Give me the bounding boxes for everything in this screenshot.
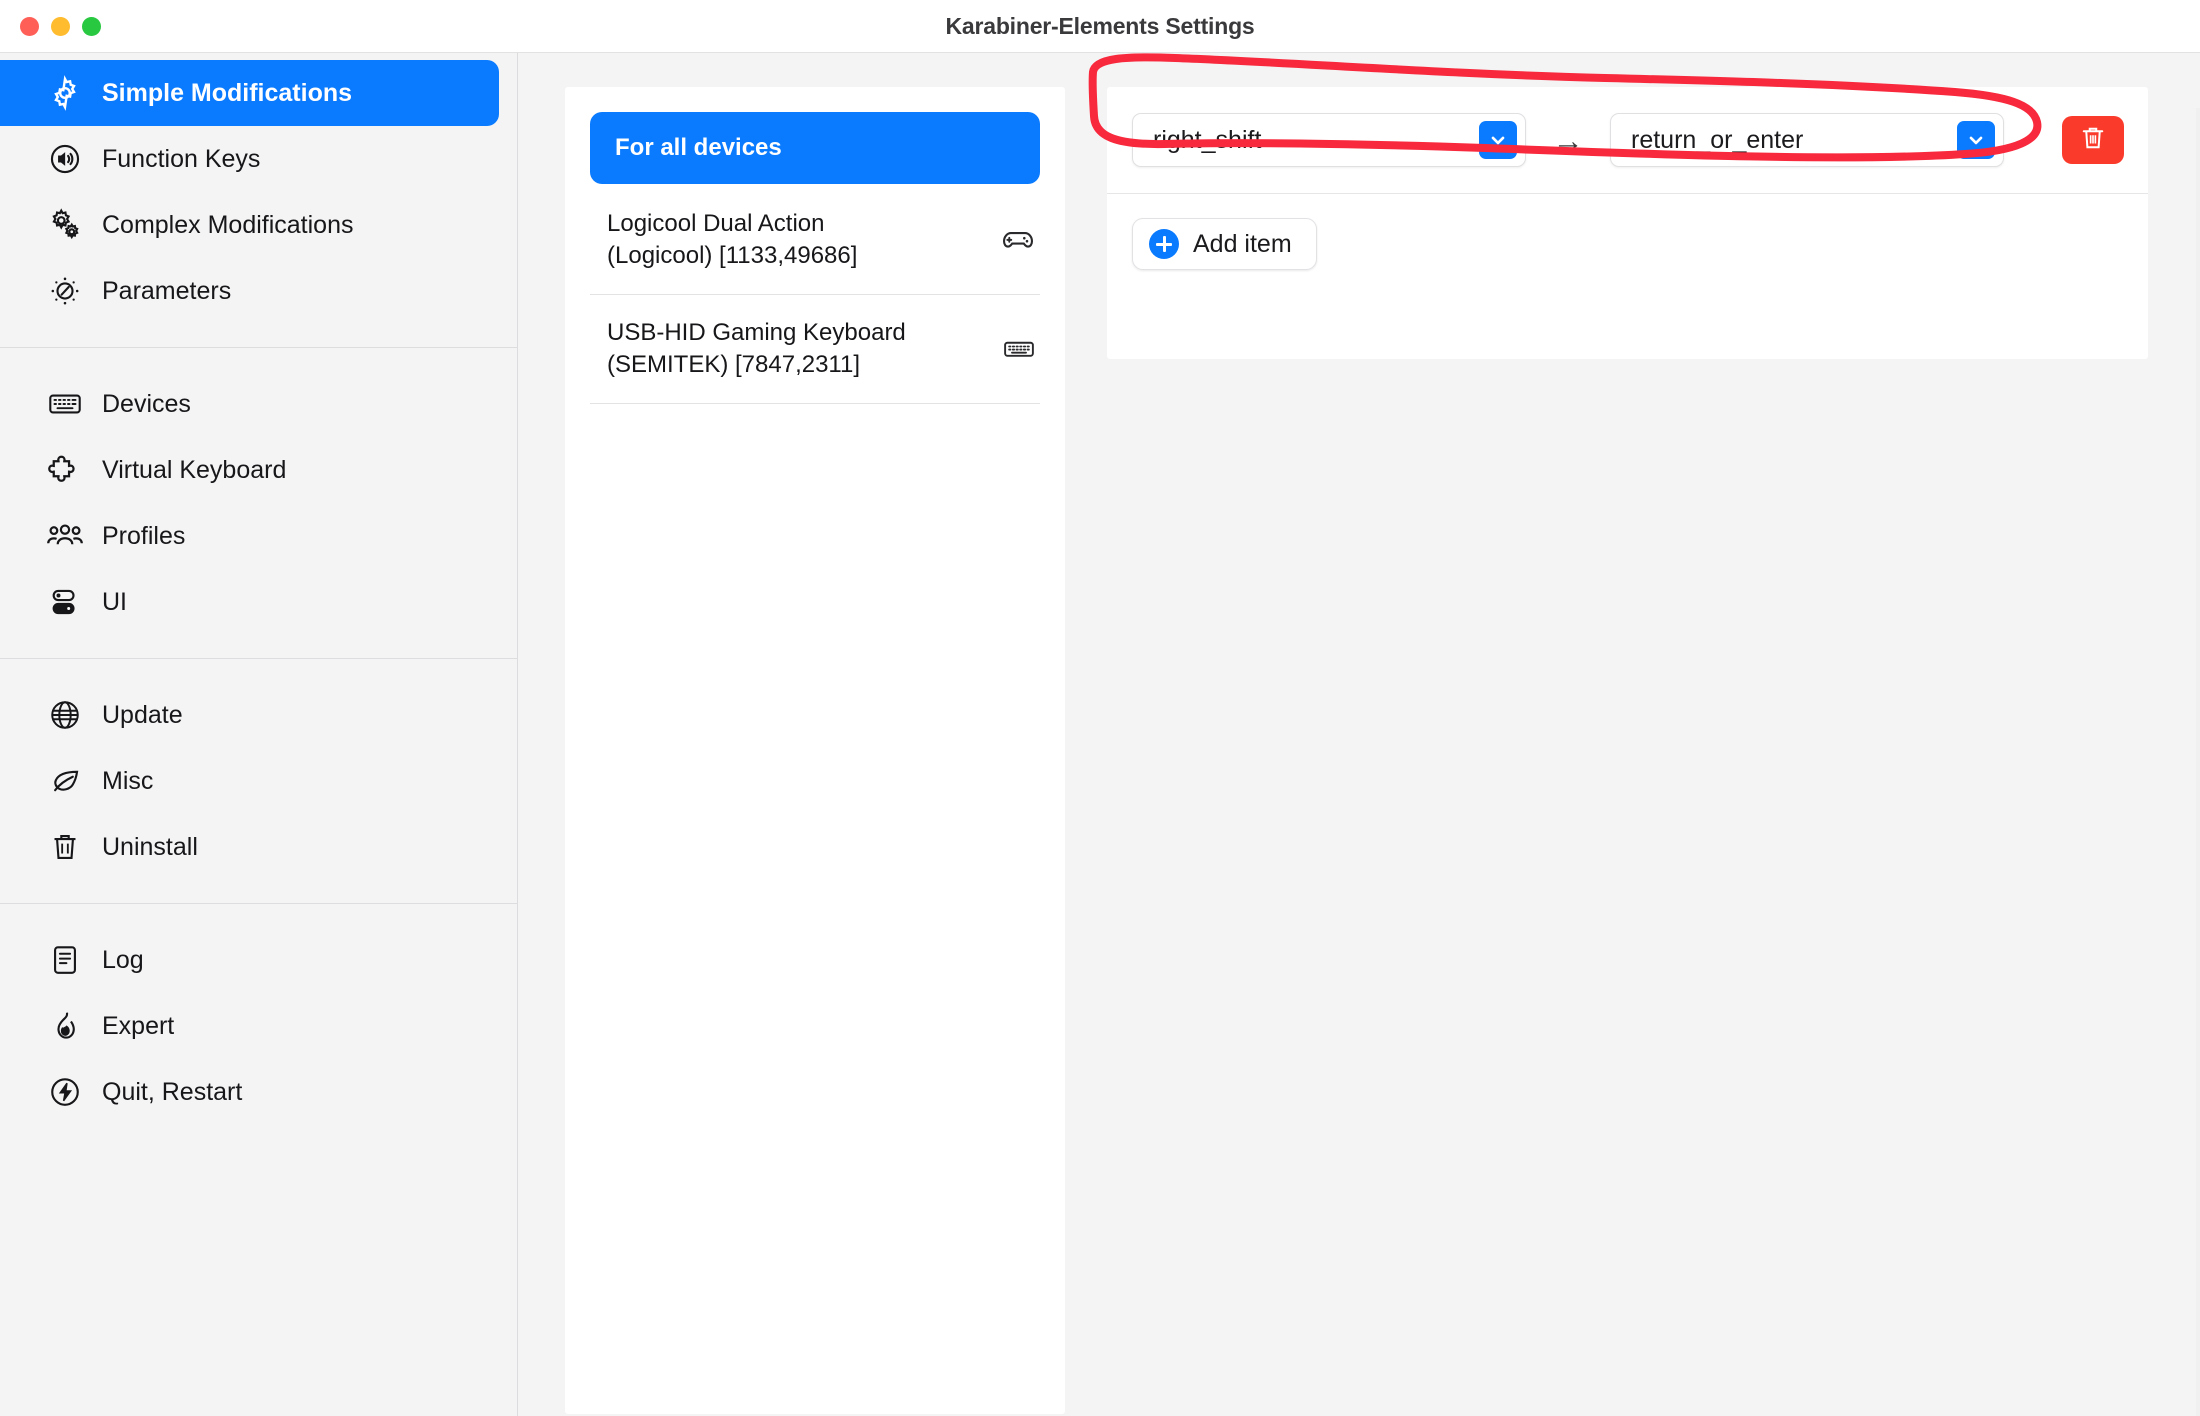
sidebar-item-devices[interactable]: Devices	[0, 371, 499, 437]
sidebar[interactable]: Simple Modifications Function Keys	[0, 53, 518, 1416]
app-window: Karabiner-Elements Settings Simple Modif…	[0, 0, 2200, 1416]
sidebar-group-1: Simple Modifications Function Keys	[0, 53, 517, 324]
device-item-logicool-dual-action[interactable]: Logicool Dual Action (Logicool) [1133,49…	[590, 186, 1040, 295]
maximize-window-button[interactable]	[82, 17, 101, 36]
trash-icon	[2078, 123, 2108, 158]
sidebar-item-label: Simple Modifications	[102, 81, 352, 106]
sidebar-group-4: Log Expert Quit, Resta	[0, 927, 517, 1125]
main-content: For all devices Logicool Dual Action (Lo…	[519, 54, 2200, 1416]
sidebar-item-quit-restart[interactable]: Quit, Restart	[0, 1059, 499, 1125]
sidebar-item-label: Virtual Keyboard	[102, 458, 286, 483]
plus-circle-icon	[1149, 229, 1179, 259]
device-list-panel: For all devices Logicool Dual Action (Lo…	[565, 87, 1065, 1414]
device-item-label: USB-HID Gaming Keyboard (SEMITEK) [7847,…	[607, 317, 906, 381]
sidebar-divider	[0, 658, 517, 659]
sidebar-item-label: Function Keys	[102, 147, 260, 172]
simple-modifications-panel: right_shift → return_or_enter	[1107, 87, 2148, 359]
sidebar-scrollbar[interactable]	[507, 61, 513, 361]
gamepad-icon	[1000, 222, 1036, 258]
delete-mapping-button[interactable]	[2062, 116, 2124, 164]
sidebar-item-update[interactable]: Update	[0, 682, 499, 748]
sidebar-group-2: Devices Virtual Keyboard	[0, 371, 517, 635]
sidebar-item-log[interactable]: Log	[0, 927, 499, 993]
sidebar-item-label: Expert	[102, 1014, 174, 1039]
chevron-down-icon[interactable]	[1479, 121, 1517, 159]
sidebar-divider	[0, 347, 517, 348]
device-item-usb-hid-gaming-keyboard[interactable]: USB-HID Gaming Keyboard (SEMITEK) [7847,…	[590, 295, 1040, 404]
sidebar-item-label: Devices	[102, 392, 191, 417]
to-key-dropdown[interactable]: return_or_enter	[1610, 113, 2004, 167]
content-scrollbar[interactable]	[2196, 108, 2200, 1416]
puzzle-icon	[44, 449, 86, 491]
window-title: Karabiner-Elements Settings	[945, 13, 1254, 40]
traffic-lights	[20, 0, 101, 53]
add-item-row: Add item	[1107, 194, 2148, 298]
to-key-value: return_or_enter	[1631, 126, 1957, 155]
sidebar-item-label: Quit, Restart	[102, 1080, 242, 1105]
sidebar-item-label: Log	[102, 948, 144, 973]
sidebar-item-simple-modifications[interactable]: Simple Modifications	[0, 60, 499, 126]
power-icon	[44, 1071, 86, 1113]
sidebar-item-function-keys[interactable]: Function Keys	[0, 126, 499, 192]
from-key-value: right_shift	[1153, 126, 1479, 155]
from-key-dropdown[interactable]: right_shift	[1132, 113, 1526, 167]
keyboard-icon	[1002, 332, 1036, 366]
people-icon	[44, 515, 86, 557]
sidebar-group-3: Update Misc	[0, 682, 517, 880]
sidebar-item-profiles[interactable]: Profiles	[0, 503, 499, 569]
sidebar-item-label: UI	[102, 590, 127, 615]
sidebar-item-label: Profiles	[102, 524, 185, 549]
sidebar-item-label: Complex Modifications	[102, 213, 354, 238]
minimize-window-button[interactable]	[51, 17, 70, 36]
trash-icon	[44, 826, 86, 868]
title-bar: Karabiner-Elements Settings	[0, 0, 2200, 53]
chevron-down-icon[interactable]	[1957, 121, 1995, 159]
document-icon	[44, 939, 86, 981]
sidebar-item-parameters[interactable]: Parameters	[0, 258, 499, 324]
gear-icon	[44, 72, 86, 114]
sidebar-item-complex-modifications[interactable]: Complex Modifications	[0, 192, 499, 258]
device-item-label: For all devices	[615, 134, 782, 161]
mapping-row: right_shift → return_or_enter	[1107, 87, 2148, 194]
sidebar-item-virtual-keyboard[interactable]: Virtual Keyboard	[0, 437, 499, 503]
sliders-icon	[44, 270, 86, 312]
sidebar-item-label: Uninstall	[102, 835, 198, 860]
sidebar-divider	[0, 903, 517, 904]
add-item-button[interactable]: Add item	[1132, 218, 1317, 270]
device-item-label: Logicool Dual Action (Logicool) [1133,49…	[607, 208, 857, 272]
add-item-label: Add item	[1193, 230, 1292, 259]
globe-icon	[44, 694, 86, 736]
keyboard-icon	[44, 383, 86, 425]
sidebar-item-label: Parameters	[102, 279, 231, 304]
sidebar-item-label: Misc	[102, 769, 153, 794]
speaker-icon	[44, 138, 86, 180]
sidebar-item-label: Update	[102, 703, 183, 728]
leaf-icon	[44, 760, 86, 802]
arrow-right-icon: →	[1548, 125, 1588, 156]
sidebar-item-expert[interactable]: Expert	[0, 993, 499, 1059]
device-item-all-devices[interactable]: For all devices	[590, 112, 1040, 184]
gears-icon	[44, 204, 86, 246]
close-window-button[interactable]	[20, 17, 39, 36]
device-list: For all devices Logicool Dual Action (Lo…	[565, 87, 1065, 404]
toggles-icon	[44, 581, 86, 623]
sidebar-item-misc[interactable]: Misc	[0, 748, 499, 814]
flame-icon	[44, 1005, 86, 1047]
sidebar-item-ui[interactable]: UI	[0, 569, 499, 635]
sidebar-item-uninstall[interactable]: Uninstall	[0, 814, 499, 880]
